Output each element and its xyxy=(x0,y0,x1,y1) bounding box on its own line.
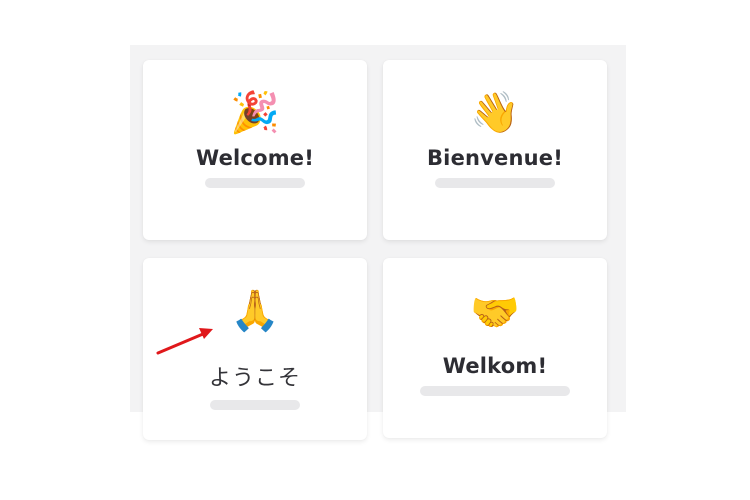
text-placeholder-bar xyxy=(420,386,570,396)
text-placeholder-bar xyxy=(210,400,300,410)
party-popper-icon: 🎉 xyxy=(230,90,280,136)
card-title: ようこそ xyxy=(208,366,301,391)
card-welcome-english[interactable]: 🎉 Welcome! xyxy=(143,60,367,240)
folded-hands-icon: 🙏 xyxy=(230,288,280,334)
text-placeholder-bar xyxy=(435,178,555,188)
handshake-icon: 🤝 xyxy=(470,290,520,336)
card-welcome-dutch[interactable]: 🤝 Welkom! xyxy=(383,258,607,438)
text-placeholder-bar xyxy=(205,178,305,188)
card-welcome-french[interactable]: 👋 Bienvenue! xyxy=(383,60,607,240)
waving-hand-icon: 👋 xyxy=(470,90,520,136)
card-title: Bienvenue! xyxy=(426,146,564,170)
card-title: Welcome! xyxy=(195,146,315,170)
card-title: Welkom! xyxy=(442,354,548,378)
card-welcome-japanese[interactable]: 🙏 ようこそ xyxy=(143,258,367,440)
